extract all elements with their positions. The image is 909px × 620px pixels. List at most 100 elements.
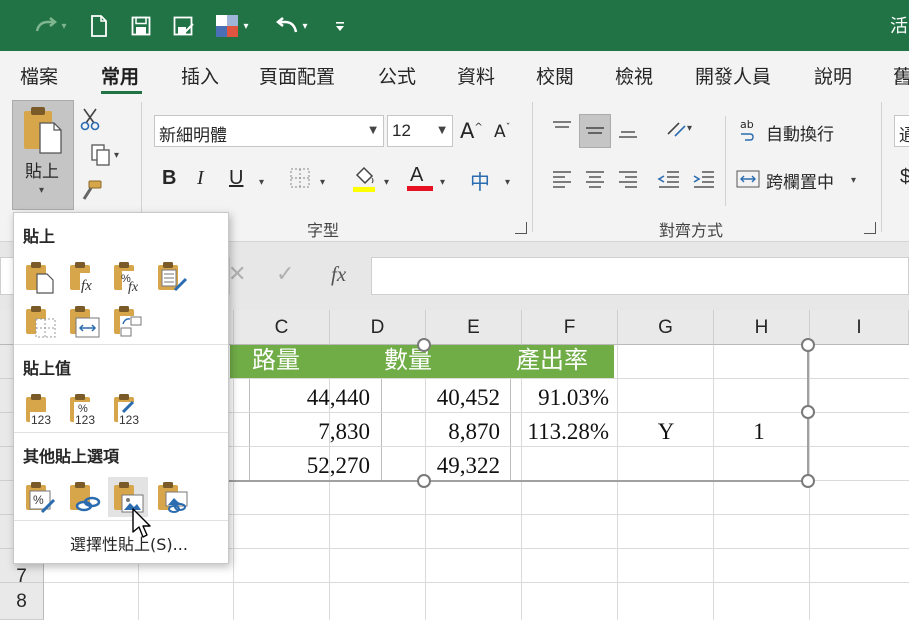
save-button[interactable] — [128, 10, 154, 42]
phonetic-dropdown[interactable]: ▾ — [505, 177, 510, 188]
tab-overflow[interactable]: 舊 — [893, 62, 909, 89]
paste-option-formulas[interactable]: fx — [64, 257, 104, 297]
theme-button[interactable]: ▾ — [208, 10, 256, 42]
column-header-c[interactable]: C — [234, 310, 330, 345]
paste-option-values-number-format[interactable]: % 123 — [64, 389, 104, 429]
customize-quick-access-button[interactable] — [330, 10, 350, 42]
resize-handle[interactable] — [417, 338, 431, 352]
paste-option-keep-source-formatting[interactable] — [152, 257, 192, 297]
tab-insert[interactable]: 插入 — [181, 62, 219, 89]
cancel-entry-button[interactable]: ✕ — [228, 262, 246, 287]
resize-handle[interactable] — [801, 338, 815, 352]
row-header-8[interactable]: 8 — [0, 583, 44, 620]
insert-function-button[interactable]: fx — [331, 262, 346, 287]
tab-file[interactable]: 檔案 — [20, 62, 58, 89]
grid-line — [713, 345, 714, 620]
table-header-cell[interactable]: 產出率 — [516, 345, 616, 378]
resize-handle[interactable] — [801, 474, 815, 488]
table-cell[interactable]: 52,270 — [250, 449, 380, 482]
tab-page-layout[interactable]: 頁面配置 — [259, 62, 335, 89]
tab-review[interactable]: 校閱 — [536, 62, 574, 89]
paste-option-no-borders[interactable] — [20, 301, 60, 341]
borders-dropdown[interactable]: ▾ — [320, 177, 325, 188]
paste-option-keep-column-widths[interactable] — [64, 301, 104, 341]
increase-indent-button[interactable] — [690, 164, 718, 194]
alignment-dialog-launcher[interactable] — [864, 222, 876, 234]
new-file-button[interactable] — [86, 10, 112, 42]
table-cell[interactable]: 91.03% — [511, 381, 619, 414]
table-cell[interactable]: 1 — [714, 415, 804, 448]
paste-option-linked-picture[interactable] — [152, 477, 192, 517]
table-cell[interactable]: 44,440 — [250, 381, 380, 414]
undo-button[interactable]: ▾ — [268, 10, 314, 42]
fill-color-button[interactable] — [350, 164, 378, 194]
font-size-combo[interactable]: 12 ▼ — [387, 115, 453, 147]
decrease-indent-button[interactable] — [655, 164, 683, 194]
table-cell[interactable]: 113.28% — [511, 415, 619, 448]
copy-button[interactable]: ▾ — [78, 142, 124, 168]
formula-input[interactable] — [371, 257, 909, 295]
paste-option-values[interactable]: 123 — [20, 389, 60, 429]
column-header-d[interactable]: D — [330, 310, 426, 345]
paste-option-paste[interactable] — [20, 257, 60, 297]
merge-center-button[interactable]: 跨欄置中 ▾ — [736, 164, 866, 194]
tab-developer[interactable]: 開發人員 — [695, 62, 771, 89]
borders-icon — [290, 168, 310, 188]
column-header-g[interactable]: G — [618, 310, 714, 345]
column-header-h[interactable]: H — [714, 310, 810, 345]
middle-align-button[interactable] — [579, 114, 611, 148]
tab-home[interactable]: 常用 — [101, 62, 139, 89]
paste-button[interactable]: 貼上 ▾ — [12, 100, 74, 210]
font-color-button[interactable]: A — [406, 164, 434, 194]
column-header-f[interactable]: F — [522, 310, 618, 345]
paste-option-formatting[interactable]: % — [20, 477, 60, 517]
resize-handle[interactable] — [417, 474, 431, 488]
paste-option-link[interactable] — [64, 477, 104, 517]
align-center-button[interactable] — [582, 164, 608, 194]
decrease-font-size-button[interactable]: Aˇ — [494, 122, 511, 142]
bottom-align-button[interactable] — [615, 114, 641, 144]
paste-option-values-source-formatting[interactable]: 123 — [108, 389, 148, 429]
italic-button[interactable]: I — [197, 167, 204, 190]
font-dialog-launcher[interactable] — [515, 222, 527, 234]
tab-data[interactable]: 資料 — [457, 62, 495, 89]
borders-button[interactable] — [288, 166, 312, 190]
save-as-button[interactable] — [170, 10, 198, 42]
wrap-text-button[interactable]: ab 自動換行 — [738, 116, 848, 146]
phonetic-button[interactable]: 中 — [470, 166, 490, 195]
underline-dropdown[interactable]: ▾ — [259, 177, 264, 188]
tab-view[interactable]: 檢視 — [615, 62, 653, 89]
paste-transpose-icon — [114, 306, 143, 337]
table-header-cell[interactable]: 路量 — [252, 345, 352, 378]
paste-special-menu-item[interactable]: 選擇性貼上(S)... — [70, 531, 188, 555]
column-header-e[interactable]: E — [426, 310, 522, 345]
table-header-cell[interactable]: 數量 — [384, 345, 484, 378]
paste-option-formulas-number-format[interactable]: % fx — [108, 257, 148, 297]
tab-help[interactable]: 說明 — [814, 62, 852, 89]
currency-button[interactable]: $ — [900, 166, 909, 189]
fill-color-dropdown[interactable]: ▾ — [384, 177, 389, 188]
top-align-button[interactable] — [549, 114, 575, 144]
table-cell[interactable]: 49,322 — [382, 449, 510, 482]
table-cell[interactable]: 7,830 — [250, 415, 380, 448]
tab-formulas[interactable]: 公式 — [378, 62, 416, 89]
align-left-button[interactable] — [549, 164, 575, 194]
confirm-entry-button[interactable]: ✓ — [276, 262, 294, 287]
align-right-button[interactable] — [615, 164, 641, 194]
cut-button[interactable] — [78, 106, 102, 132]
underline-button[interactable]: U — [229, 167, 243, 190]
table-cell[interactable]: Y — [618, 415, 714, 448]
number-format-combo[interactable]: 通 — [894, 115, 909, 147]
increase-font-size-button[interactable]: A^ — [460, 119, 483, 143]
resize-handle[interactable] — [801, 405, 815, 419]
redo-button[interactable]: ▾ — [28, 10, 72, 42]
font-color-dropdown[interactable]: ▾ — [440, 177, 445, 188]
font-name-combo[interactable]: 新細明體 ▼ — [154, 115, 384, 147]
paste-option-transpose[interactable] — [108, 301, 148, 341]
table-cell[interactable]: 8,870 — [382, 415, 510, 448]
format-painter-button[interactable] — [78, 178, 104, 204]
bold-button[interactable]: B — [162, 167, 176, 190]
orientation-button[interactable]: ▾ — [655, 114, 699, 144]
table-cell[interactable]: 40,452 — [382, 381, 510, 414]
column-header-i[interactable]: I — [810, 310, 909, 345]
